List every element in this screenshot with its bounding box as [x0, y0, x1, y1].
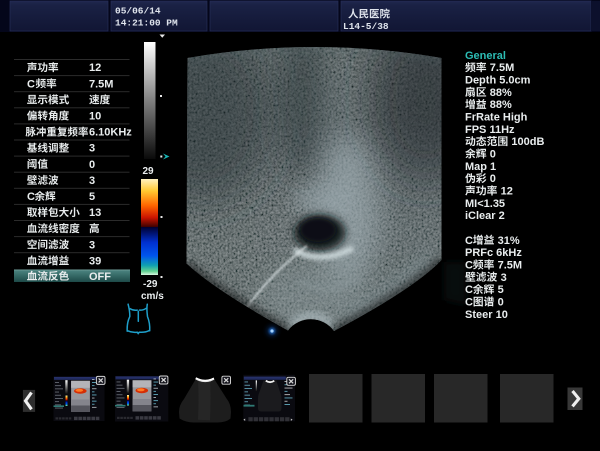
- svg-text:-29: -29: [143, 279, 158, 290]
- svg-text:3: 3: [501, 272, 507, 284]
- svg-text:88%: 88%: [490, 99, 512, 111]
- svg-text:7.5M: 7.5M: [498, 260, 522, 272]
- svg-text:12: 12: [501, 186, 513, 198]
- svg-text:C: C: [465, 284, 473, 296]
- svg-text:5: 5: [89, 191, 95, 203]
- svg-text:12: 12: [89, 62, 101, 74]
- svg-text:Map 1: Map 1: [465, 161, 496, 173]
- svg-text:7.5M: 7.5M: [490, 62, 514, 74]
- svg-text:88%: 88%: [490, 87, 512, 99]
- svg-text:0: 0: [498, 297, 504, 309]
- svg-text:0: 0: [89, 159, 95, 171]
- svg-text:C: C: [465, 260, 473, 272]
- svg-text:General: General: [465, 50, 506, 62]
- svg-text:PRFc 6kHz: PRFc 6kHz: [465, 247, 522, 259]
- svg-text:3: 3: [89, 175, 95, 187]
- svg-text:FPS 11Hz: FPS 11Hz: [465, 124, 515, 136]
- svg-text:OFF: OFF: [89, 271, 111, 283]
- svg-text:L14-5/38: L14-5/38: [343, 21, 389, 32]
- svg-text:29: 29: [143, 166, 155, 177]
- svg-text:iClear 2: iClear 2: [465, 210, 505, 222]
- svg-text:C: C: [27, 191, 35, 203]
- svg-text:FrRate High: FrRate High: [465, 112, 528, 124]
- svg-text:0: 0: [490, 173, 496, 185]
- svg-text:cm/s: cm/s: [141, 291, 164, 302]
- svg-text:C: C: [465, 297, 473, 309]
- svg-text:Steer 10: Steer 10: [465, 309, 508, 321]
- svg-text:31%: 31%: [498, 235, 520, 247]
- svg-text:14:21:00 PM: 14:21:00 PM: [115, 18, 178, 29]
- svg-text:3: 3: [89, 143, 95, 155]
- svg-text:39: 39: [89, 255, 101, 267]
- svg-text:05/06/14: 05/06/14: [115, 6, 161, 17]
- svg-text:7.5M: 7.5M: [89, 78, 113, 90]
- svg-text:0: 0: [490, 149, 496, 161]
- svg-text:C: C: [465, 235, 473, 247]
- svg-text:C: C: [27, 78, 35, 90]
- svg-text:13: 13: [89, 207, 101, 219]
- svg-text:10: 10: [89, 111, 101, 123]
- svg-text:MI<1.35: MI<1.35: [465, 198, 505, 210]
- svg-text:3: 3: [89, 239, 95, 251]
- svg-text:6.10KHz: 6.10KHz: [89, 127, 132, 139]
- svg-text:5: 5: [498, 284, 504, 296]
- svg-text:100dB: 100dB: [511, 136, 544, 148]
- svg-text:Depth 5.0cm: Depth 5.0cm: [465, 75, 531, 87]
